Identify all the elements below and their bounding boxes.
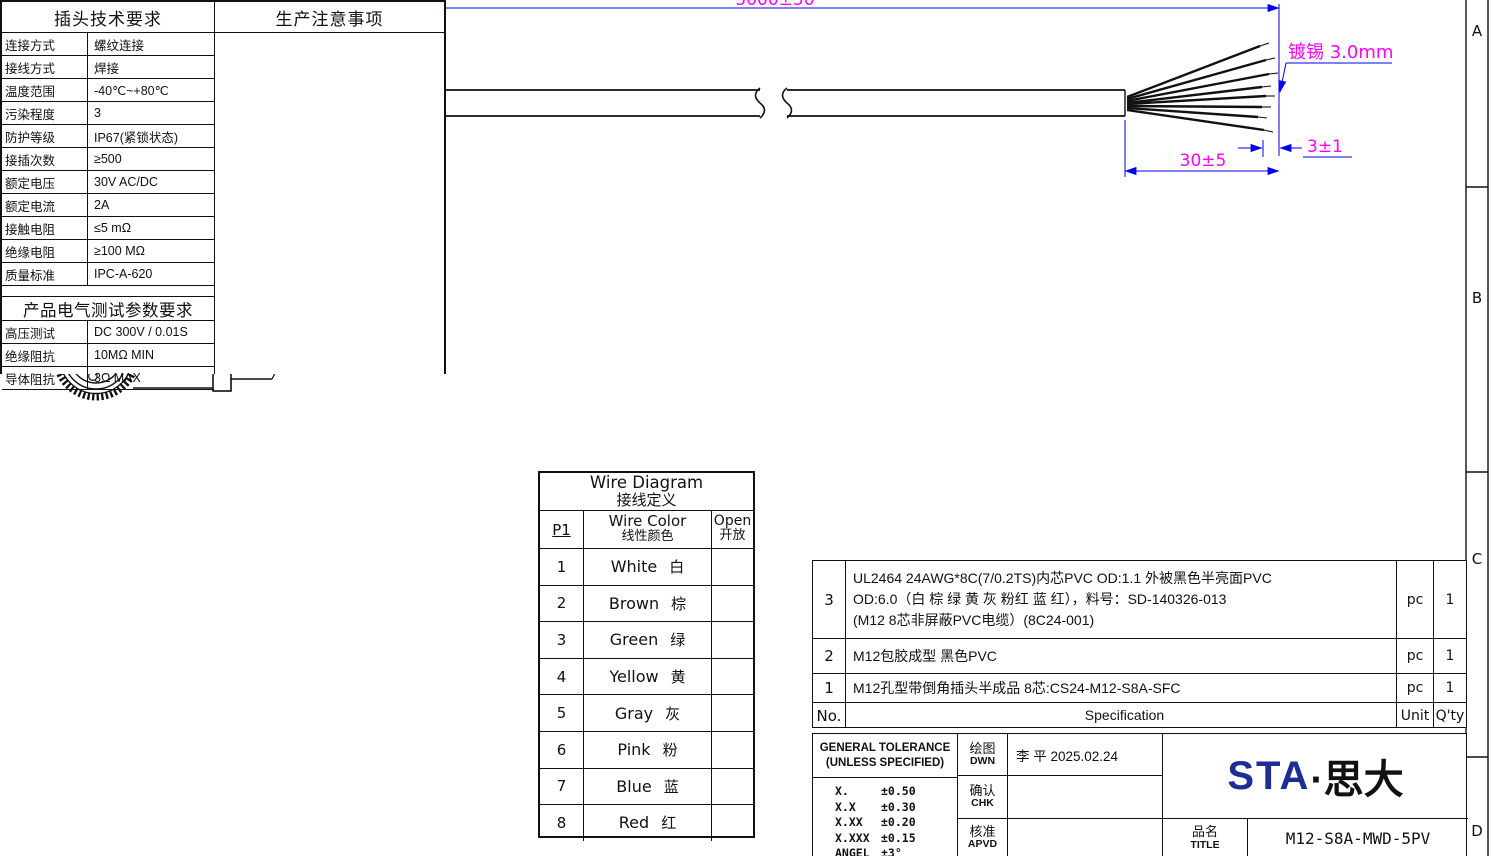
electrical-test-section-title: 产品电气测试参数要求 (2, 297, 214, 321)
zone-letter-d: D (1471, 822, 1483, 840)
stripped-wires (1127, 43, 1278, 132)
table-row: 质量标准IPC-A-620 (2, 263, 214, 286)
drawn-by-label: 绘图DWN (958, 734, 1008, 776)
approved-by-label: 核准APVD (958, 819, 1008, 856)
wire-row: 3Green绿 (540, 622, 753, 659)
production-notes-title: 生产注意事项 (215, 2, 444, 33)
wire-row: 6Pink粉 (540, 732, 753, 769)
zone-letter-c: C (1472, 550, 1482, 568)
table-row: 防护等级IP67(紧锁状态) (2, 125, 214, 148)
part-name-label: 品名TITLE (1163, 819, 1248, 856)
dim-tin-length-label: 3±1 (1307, 137, 1343, 157)
table-row: 污染程度3 (2, 102, 214, 125)
tech-requirements-table: 插头技术要求 连接方式螺纹连接 接线方式焊接 温度范围-40℃~+80℃ 污染程… (0, 0, 216, 374)
table-row: 接触电阻≤5 mΩ (2, 217, 214, 240)
bom-row: 3 UL2464 24AWG*8C(7/0.2TS)内芯PVC OD:1.1 外… (813, 561, 1466, 639)
dim-strip-length-label: 30±5 (1180, 151, 1227, 171)
table-row: 绝缘电阻≥100 MΩ (2, 240, 214, 263)
table-row: 温度范围-40℃~+80℃ (2, 79, 214, 102)
table-row: 导体阻抗3Ω MAX (2, 367, 214, 390)
tin-note: 镀锡 3.0mm (1280, 42, 1393, 92)
bom-row: 2 M12包胶成型 黑色PVC pc 1 (813, 639, 1466, 674)
company-logo: STA·思大 (1163, 734, 1468, 819)
zone-letter-a: A (1472, 22, 1483, 40)
svg-text:镀锡 3.0mm: 镀锡 3.0mm (1288, 42, 1393, 63)
dim-cable-length-label: 5000±50 (735, 0, 814, 10)
wire-row: 8Red红 (540, 805, 753, 841)
wire-table-header: P1 Wire Color 线性颜色 Open 开放 (540, 511, 753, 549)
wire-row: 1White白 (540, 549, 753, 586)
table-row: 接插次数≥500 (2, 148, 214, 171)
wire-diagram-table: Wire Diagram 接线定义 P1 Wire Color 线性颜色 Ope… (538, 471, 755, 838)
wire-table-title: Wire Diagram 接线定义 (540, 473, 753, 511)
engineering-drawing-sheet: 33.3±1 5000±50 31±1 (0, 0, 1493, 856)
zone-letter-b: B (1472, 289, 1482, 307)
bom-header-row: No. Specification Unit Q'ty (813, 703, 1466, 728)
wire-row: 7Blue蓝 (540, 769, 753, 806)
tech-table-title: 插头技术要求 (2, 2, 214, 33)
table-row: 绝缘阻抗10MΩ MIN (2, 344, 214, 367)
approved-by-value (1008, 819, 1163, 856)
part-number: M12-S8A-MWD-5PV (1248, 819, 1468, 856)
bom-row: 1 M12孔型带倒角插头半成品 8芯:CS24-M12-S8A-SFC pc 1 (813, 674, 1466, 703)
title-block: GENERAL TOLERANCE (UNLESS SPECIFIED) X.±… (812, 733, 1467, 856)
sta-logo-cn: ·思大 (1310, 747, 1403, 805)
tolerance-values: X.±0.50 X.X±0.30 X.XX±0.20 X.XXX±0.15 AN… (813, 778, 958, 856)
checked-by-value (1008, 776, 1163, 819)
checked-by-label: 确认CHK (958, 776, 1008, 819)
general-tolerance-header: GENERAL TOLERANCE (UNLESS SPECIFIED) (813, 734, 958, 778)
table-row: 接线方式焊接 (2, 56, 214, 79)
production-notes-panel: 生产注意事项 (215, 0, 446, 374)
wire-row: 2Brown棕 (540, 586, 753, 623)
table-spacer (2, 286, 214, 297)
table-row: 高压测试DC 300V / 0.01S (2, 321, 214, 344)
table-row: 额定电压30V AC/DC (2, 171, 214, 194)
sheet-border (1466, 0, 1488, 856)
table-row: 额定电流2A (2, 194, 214, 217)
drawn-by-value: 李 平 2025.02.24 (1008, 734, 1163, 776)
table-row: 连接方式螺纹连接 (2, 33, 214, 56)
wire-row: 4Yellow黄 (540, 659, 753, 696)
bom-table: 3 UL2464 24AWG*8C(7/0.2TS)内芯PVC OD:1.1 外… (812, 560, 1467, 728)
sta-logo-text: STA (1227, 754, 1310, 799)
zone-letters: A B C D (1471, 22, 1483, 840)
wire-row: 5Gray灰 (540, 695, 753, 732)
